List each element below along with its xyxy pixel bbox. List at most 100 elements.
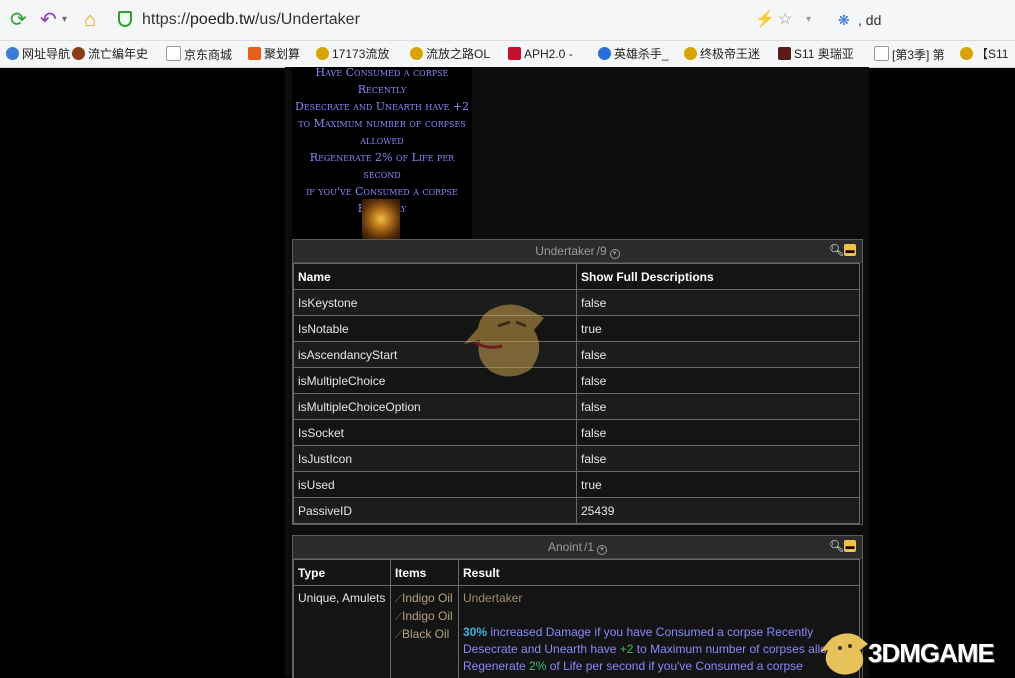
table-row: Unique, Amulets ⟋Indigo Oil ⟋Indigo Oil … bbox=[294, 586, 860, 678]
oil-item[interactable]: ⟋Indigo Oil bbox=[395, 608, 454, 626]
column-header: Result bbox=[459, 560, 860, 586]
column-header: Items bbox=[391, 560, 459, 586]
bookmark-item[interactable]: [第3季] 第 bbox=[874, 46, 945, 62]
cell: isMultipleChoiceOption bbox=[294, 394, 577, 420]
bookmark-icon bbox=[684, 47, 697, 60]
bookmark-icon bbox=[316, 47, 329, 60]
bookmark-item[interactable]: 流放之路OL bbox=[410, 46, 490, 62]
star-icon[interactable]: ☆ bbox=[778, 9, 792, 31]
cell: false bbox=[577, 394, 860, 420]
tooltip-line: Recently bbox=[292, 81, 472, 98]
lightning-icon[interactable]: ⚡ bbox=[755, 9, 775, 31]
mascot-watermark-icon bbox=[460, 300, 556, 382]
search-icon[interactable]: 🔍︎ bbox=[829, 244, 841, 256]
cell: false bbox=[577, 342, 860, 368]
minimize-icon[interactable]: ▬ bbox=[844, 244, 856, 256]
bookmark-item[interactable]: APH2.0 - bbox=[508, 46, 573, 62]
undertaker-panel: Undertaker/9▾ 🔍︎▬ Name Show Full Descrip… bbox=[292, 239, 863, 525]
cell: PassiveID bbox=[294, 498, 577, 524]
result-line: Regenerate 2% of Life per second if you'… bbox=[463, 658, 855, 675]
page-icon bbox=[166, 46, 181, 61]
column-header-link[interactable]: Show Full Descriptions bbox=[577, 264, 860, 290]
cell: 25439 bbox=[577, 498, 860, 524]
anoint-panel: Anoint/1▾ 🔍︎▬ Type Items Result Unique, … bbox=[292, 535, 863, 678]
url-text: https://poedb.tw/us/Undertaker bbox=[142, 11, 360, 28]
bookmark-item[interactable]: S11 奥瑞亚 bbox=[778, 46, 854, 62]
cell: false bbox=[577, 290, 860, 316]
tooltip-line: allowed bbox=[292, 132, 472, 149]
table-header-row: Type Items Result bbox=[294, 560, 860, 586]
table-row: isMultipleChoicefalse bbox=[294, 368, 860, 394]
panel-count: /1 bbox=[584, 540, 594, 554]
anoint-items: ⟋Indigo Oil ⟋Indigo Oil ⟋Black Oil bbox=[391, 586, 459, 678]
table-row: isAscendancyStartfalse bbox=[294, 342, 860, 368]
site-watermark: 3DMGAME bbox=[820, 628, 1015, 677]
oil-icon: ⟋ bbox=[395, 612, 402, 623]
oil-item[interactable]: ⟋Black Oil bbox=[395, 626, 454, 644]
cell: true bbox=[577, 316, 860, 342]
secure-shield-icon bbox=[118, 11, 132, 27]
bookmark-icon bbox=[778, 47, 791, 60]
bookmark-item[interactable]: 17173流放 bbox=[316, 46, 389, 62]
table-row: IsNotabletrue bbox=[294, 316, 860, 342]
bookmark-item[interactable]: 【S11 bbox=[960, 46, 1008, 62]
column-header: Name bbox=[294, 264, 577, 290]
minimize-icon[interactable]: ▬ bbox=[844, 540, 856, 552]
tooltip-line: to Maximum number of corpses bbox=[292, 115, 472, 132]
paw-icon bbox=[598, 47, 611, 60]
paw-icon: ❋ bbox=[838, 9, 850, 31]
mascot-icon bbox=[820, 628, 870, 677]
passive-node-icon bbox=[362, 199, 400, 239]
table-row: IsJustIconfalse bbox=[294, 446, 860, 472]
table-row: isUsedtrue bbox=[294, 472, 860, 498]
browser-toolbar: ⟳ ↶ ▾ ⌂ https://poedb.tw/us/Undertaker ⚡… bbox=[0, 0, 1015, 41]
cell: false bbox=[577, 420, 860, 446]
cell: IsJustIcon bbox=[294, 446, 577, 472]
page-icon bbox=[874, 46, 889, 61]
bookmarks-bar: 网址导航 流亡编年史 京东商城 聚划算 17173流放 流放之路OL APH2.… bbox=[0, 41, 1015, 68]
properties-table: Name Show Full Descriptions IsKeystonefa… bbox=[293, 263, 860, 524]
cell: false bbox=[577, 446, 860, 472]
search-icon[interactable]: 🔍︎ bbox=[829, 540, 841, 552]
panel-header: Anoint/1▾ 🔍︎▬ bbox=[293, 536, 862, 559]
search-field[interactable]: , dd bbox=[858, 12, 881, 28]
back-icon[interactable]: ↶ bbox=[40, 9, 57, 31]
collapse-toggle-icon[interactable]: ▾ bbox=[610, 249, 620, 259]
tooltip-line: Have Consumed a corpse bbox=[292, 67, 472, 81]
anoint-type: Unique, Amulets bbox=[294, 586, 391, 678]
bookmark-item[interactable]: 流亡编年史 bbox=[72, 46, 148, 62]
result-line: 30% increased Damage if you have Consume… bbox=[463, 624, 855, 641]
bookmark-item[interactable]: 聚划算 bbox=[248, 46, 300, 62]
chevron-down-icon[interactable]: ▾ bbox=[62, 9, 67, 31]
result-title-link[interactable]: Undertaker bbox=[463, 590, 855, 607]
oil-item[interactable]: ⟋Indigo Oil bbox=[395, 590, 454, 608]
bookmark-item[interactable]: 网址导航 bbox=[6, 46, 70, 62]
address-bar[interactable]: https://poedb.tw/us/Undertaker bbox=[118, 7, 818, 33]
bookmark-item[interactable]: 英雄杀手_ bbox=[598, 46, 669, 62]
table-row: IsKeystonefalse bbox=[294, 290, 860, 316]
bookmark-icon bbox=[410, 47, 423, 60]
table-row: PassiveID25439 bbox=[294, 498, 860, 524]
panel-count: /9 bbox=[597, 244, 607, 258]
panel-header: Undertaker/9▾ 🔍︎▬ bbox=[293, 240, 862, 263]
anoint-table: Type Items Result Unique, Amulets ⟋Indig… bbox=[293, 559, 860, 678]
table-row: IsSocketfalse bbox=[294, 420, 860, 446]
cell: isUsed bbox=[294, 472, 577, 498]
collapse-toggle-icon[interactable]: ▾ bbox=[597, 545, 607, 555]
bookmark-item[interactable]: 京东商城 bbox=[166, 46, 232, 62]
column-header: Type bbox=[294, 560, 391, 586]
refresh-icon[interactable]: ⟳ bbox=[10, 9, 27, 31]
bookmark-icon bbox=[960, 47, 973, 60]
oil-icon: ⟋ bbox=[395, 594, 402, 605]
tooltip-line: Regenerate 2% of Life per second bbox=[292, 149, 472, 183]
chevron-down-icon[interactable]: ▾ bbox=[806, 9, 811, 31]
bookmark-icon bbox=[508, 47, 521, 60]
panel-title: Undertaker bbox=[535, 244, 594, 258]
cell: IsSocket bbox=[294, 420, 577, 446]
bookmark-item[interactable]: 终极帝王迷 bbox=[684, 46, 760, 62]
home-icon[interactable]: ⌂ bbox=[84, 9, 96, 31]
tooltip-line: Desecrate and Unearth have +2 bbox=[292, 98, 472, 115]
cell: true bbox=[577, 472, 860, 498]
bookmark-icon bbox=[72, 47, 85, 60]
anoint-result: Undertaker 30% increased Damage if you h… bbox=[459, 586, 860, 678]
